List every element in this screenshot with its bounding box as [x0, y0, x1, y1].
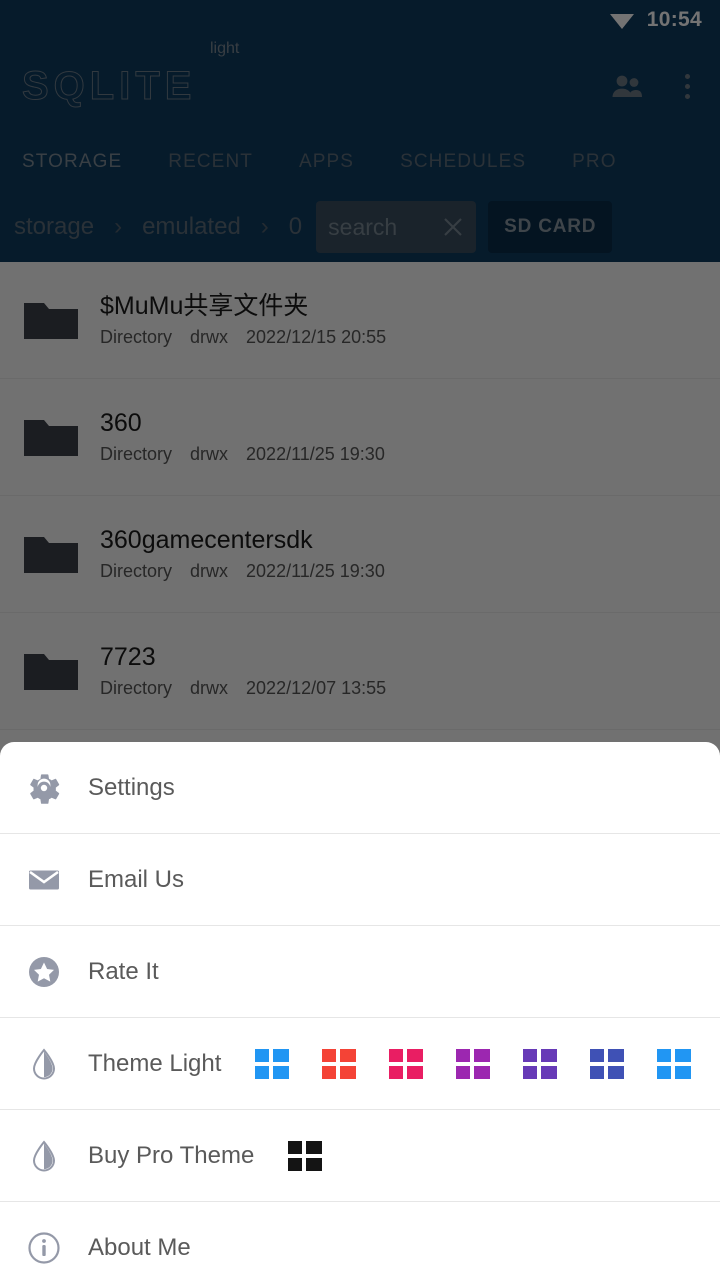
menu-item-label: Buy Pro Theme [88, 1141, 255, 1169]
bottom-sheet-menu: Settings Email Us Rate It Theme Light Bu… [0, 742, 720, 1280]
star-circle-icon [29, 956, 59, 987]
theme-swatch-black[interactable] [288, 1140, 323, 1171]
menu-item-settings[interactable]: Settings [0, 742, 720, 834]
theme-swatch-list [255, 1048, 694, 1079]
theme-droplet-icon [32, 1047, 56, 1079]
menu-item-rate-it[interactable]: Rate It [0, 926, 720, 1018]
menu-item-label: About Me [88, 1233, 191, 1261]
info-circle-icon [28, 1231, 60, 1264]
envelope-icon [29, 870, 59, 889]
theme-swatch-blue[interactable] [255, 1048, 290, 1079]
menu-item-theme-light[interactable]: Theme Light [0, 1018, 720, 1110]
gear-icon [30, 773, 60, 804]
theme-swatch-light-blue[interactable] [657, 1048, 692, 1079]
theme-swatch-purple[interactable] [456, 1048, 491, 1079]
menu-item-label: Rate It [88, 957, 159, 985]
menu-item-email-us[interactable]: Email Us [0, 834, 720, 926]
theme-swatch-red[interactable] [322, 1048, 357, 1079]
theme-swatch-indigo[interactable] [590, 1048, 625, 1079]
menu-item-label: Email Us [88, 865, 185, 893]
menu-item-label: Settings [88, 773, 175, 801]
theme-swatch-deep-purple[interactable] [523, 1048, 558, 1079]
menu-item-label: Theme Light [88, 1049, 222, 1077]
app-screen: 10:54 SQLITE light STORAGE RECENT A [0, 0, 720, 1280]
menu-item-buy-pro-theme[interactable]: Buy Pro Theme [0, 1110, 720, 1202]
theme-droplet-icon [32, 1139, 56, 1171]
menu-item-about-me[interactable]: About Me [0, 1202, 720, 1280]
theme-swatch-pink[interactable] [389, 1048, 424, 1079]
